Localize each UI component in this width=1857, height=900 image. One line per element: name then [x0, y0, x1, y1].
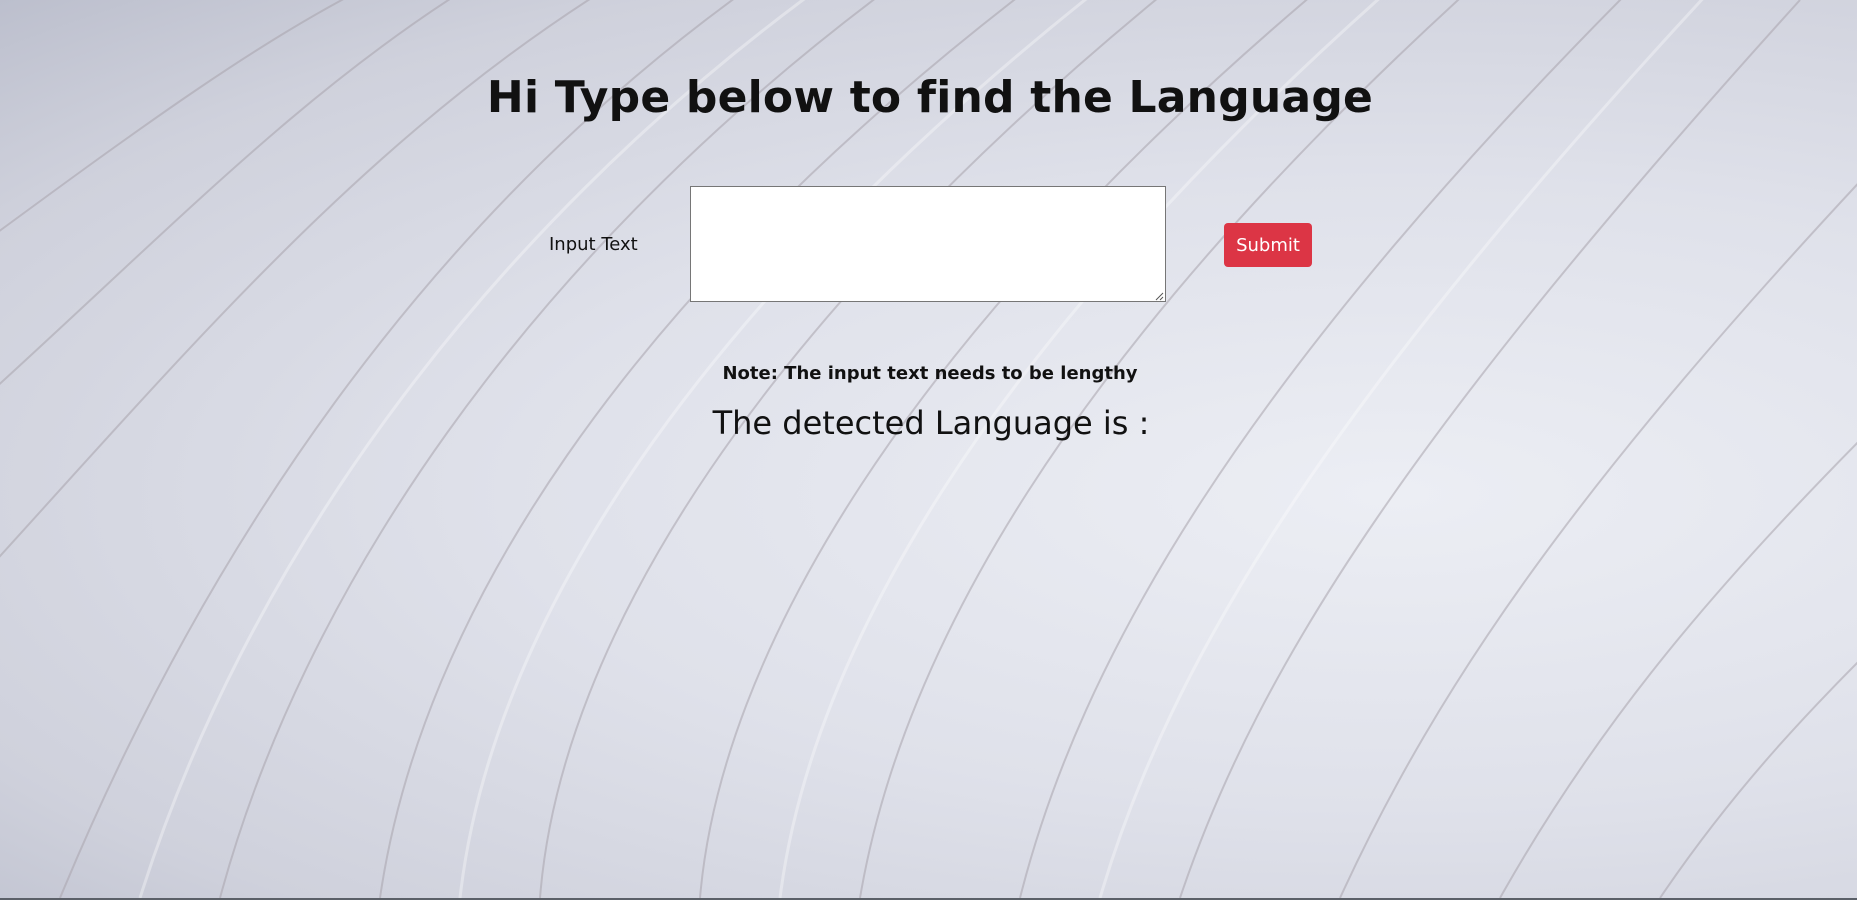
detected-language-label: The detected Language is :	[712, 404, 1150, 442]
language-form: Input Text Submit	[0, 186, 1857, 304]
page-background	[0, 0, 1857, 898]
submit-button[interactable]: Submit	[1224, 223, 1312, 267]
detected-language-result: The detected Language is :	[0, 404, 1857, 442]
wave-lines-background	[0, 0, 1857, 898]
page-title: Hi Type below to find the Language	[486, 72, 1374, 123]
resize-handle-icon[interactable]	[1154, 291, 1164, 301]
input-text-field[interactable]	[690, 186, 1166, 302]
input-length-note: Note: The input text needs to be lengthy	[722, 363, 1138, 384]
input-text-label: Input Text	[549, 234, 638, 255]
